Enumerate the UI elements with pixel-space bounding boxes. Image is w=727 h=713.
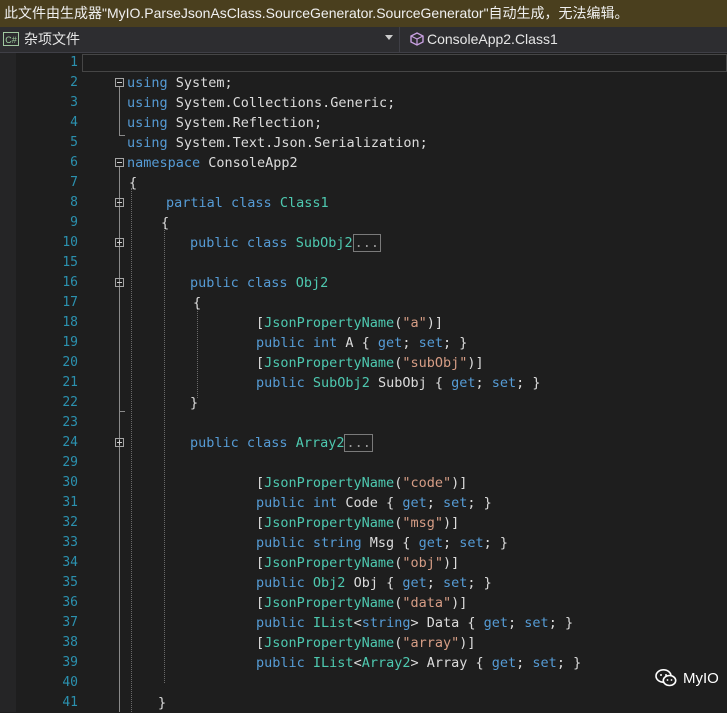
- outline-end-tick: [119, 411, 125, 412]
- line-number: 6: [70, 155, 78, 170]
- line-number: 20: [62, 355, 78, 370]
- line-number: 4: [70, 115, 78, 130]
- watermark-text: MyIO: [683, 669, 719, 687]
- line-number: 2: [70, 75, 78, 90]
- indent-guide: [197, 308, 198, 398]
- indent-guide: [164, 228, 165, 683]
- code-line: namespace ConsoleApp2: [127, 155, 298, 171]
- code-line: {: [193, 295, 202, 311]
- line-number: 32: [62, 515, 78, 530]
- line-number: 5: [70, 135, 78, 150]
- class-dropdown-label: ConsoleApp2.Class1: [427, 31, 558, 47]
- line-number: 31: [62, 495, 78, 510]
- expand-icon[interactable]: [115, 238, 124, 247]
- code-line: }: [190, 395, 199, 411]
- code-line: using System.Text.Json.Serialization;: [127, 135, 428, 151]
- code-editor[interactable]: 1 2 3 4 5 6 7 8 9 10 15 16 17 18 19 20 2…: [0, 53, 727, 712]
- code-line: [JsonPropertyName("a")]: [256, 315, 443, 331]
- code-line: public IList<string> Data { get; set; }: [256, 615, 574, 631]
- line-number: 10: [62, 235, 78, 250]
- watermark: MyIO: [655, 667, 719, 689]
- code-line: {: [161, 215, 170, 231]
- code-line: partial class Class1: [166, 195, 329, 211]
- line-number: 3: [70, 95, 78, 110]
- line-number: 23: [62, 415, 78, 430]
- line-number: 38: [62, 635, 78, 650]
- line-number: 34: [62, 555, 78, 570]
- collapse-icon[interactable]: [115, 78, 124, 87]
- code-line: public class SubObj2...: [190, 234, 381, 252]
- code-line: public int Code { get; set; }: [256, 495, 492, 511]
- line-number: 41: [62, 695, 78, 710]
- code-line: public SubObj2 SubObj { get; set; }: [256, 375, 541, 391]
- project-dropdown-label: 杂项文件: [24, 31, 80, 47]
- current-line-highlight: [82, 54, 727, 72]
- outline-end-tick: [119, 135, 125, 136]
- code-line: {: [129, 175, 138, 191]
- code-line: [JsonPropertyName("subObj")]: [256, 355, 484, 371]
- collapse-icon[interactable]: [115, 198, 124, 207]
- line-number: 33: [62, 535, 78, 550]
- readonly-warning-text: 此文件由生成器"MyIO.ParseJsonAsClass.SourceGene…: [4, 5, 629, 21]
- line-number: 16: [62, 275, 78, 290]
- code-line: using System.Reflection;: [127, 115, 323, 131]
- expand-icon[interactable]: [115, 438, 124, 447]
- line-number: 19: [62, 335, 78, 350]
- csharp-file-icon: C#: [3, 32, 19, 46]
- line-number: 29: [62, 455, 78, 470]
- line-number: 8: [70, 195, 78, 210]
- code-line: [JsonPropertyName("code")]: [256, 475, 468, 491]
- code-line: [JsonPropertyName("data")]: [256, 595, 468, 611]
- wechat-icon: [655, 669, 677, 687]
- code-line: public Obj2 Obj { get; set; }: [256, 575, 492, 591]
- code-line: public class Array2...: [190, 434, 373, 452]
- code-line: public string Msg { get; set; }: [256, 535, 509, 551]
- code-line: [JsonPropertyName("obj")]: [256, 555, 460, 571]
- code-line: [JsonPropertyName("array")]: [256, 635, 476, 651]
- indent-guide: [131, 188, 132, 712]
- collapsed-region-marker[interactable]: ...: [344, 434, 373, 452]
- line-number: 18: [62, 315, 78, 330]
- line-number: 15: [62, 255, 78, 270]
- line-number: 30: [62, 475, 78, 490]
- readonly-warning-bar: 此文件由生成器"MyIO.ParseJsonAsClass.SourceGene…: [0, 0, 727, 27]
- code-line: public class Obj2: [190, 275, 329, 291]
- project-dropdown[interactable]: C# 杂项文件: [0, 27, 400, 52]
- line-number: 21: [62, 375, 78, 390]
- line-number: 37: [62, 615, 78, 630]
- code-line: using System;: [127, 75, 233, 91]
- line-number: 39: [62, 655, 78, 670]
- line-number: 24: [62, 435, 78, 450]
- navigation-bar: C# 杂项文件 ConsoleApp2.Class1: [0, 27, 727, 53]
- line-number: 36: [62, 595, 78, 610]
- line-number: 1: [70, 55, 78, 70]
- class-icon: [410, 32, 424, 46]
- collapse-icon[interactable]: [115, 158, 124, 167]
- line-number: 35: [62, 575, 78, 590]
- line-number: 40: [62, 675, 78, 690]
- chevron-down-icon[interactable]: [385, 35, 393, 40]
- code-line: public int A { get; set; }: [256, 335, 468, 351]
- line-number: 22: [62, 395, 78, 410]
- collapse-icon[interactable]: [115, 278, 124, 287]
- outline-line: [119, 87, 120, 135]
- line-number: 9: [70, 215, 78, 230]
- line-number: 17: [62, 295, 78, 310]
- collapsed-region-marker[interactable]: ...: [352, 234, 381, 252]
- code-line: }: [158, 695, 167, 711]
- code-line: public IList<Array2> Array { get; set; }: [256, 655, 582, 671]
- code-line: [JsonPropertyName("msg")]: [256, 515, 460, 531]
- code-line: using System.Collections.Generic;: [127, 95, 396, 111]
- line-number: 7: [70, 175, 78, 190]
